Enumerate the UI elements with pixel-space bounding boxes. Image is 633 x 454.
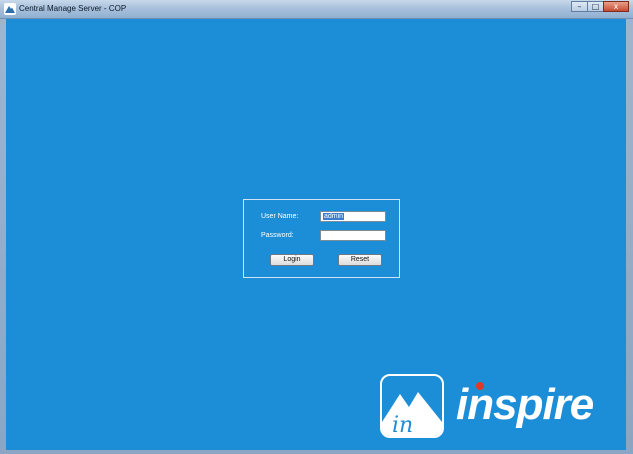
- inspire-logo: in inspire: [380, 370, 626, 443]
- reset-button[interactable]: Reset: [338, 254, 382, 266]
- username-field[interactable]: admin: [320, 211, 386, 222]
- username-label: User Name:: [261, 213, 299, 220]
- badge-text: in: [392, 413, 413, 436]
- username-value: admin: [323, 213, 345, 220]
- close-button[interactable]: x: [603, 1, 629, 12]
- window-title: Central Manage Server - COP: [19, 4, 127, 13]
- password-label: Password:: [261, 232, 294, 239]
- password-field[interactable]: [320, 230, 386, 241]
- login-button[interactable]: Login: [270, 254, 314, 266]
- logo-dot-icon: [476, 382, 484, 390]
- title-bar[interactable]: Central Manage Server - COP – □ x: [0, 0, 633, 19]
- app-window: Central Manage Server - COP – □ x User N…: [0, 0, 633, 454]
- login-panel: User Name: admin Password: Login Reset: [243, 199, 400, 278]
- inspire-badge-icon: in: [380, 374, 444, 438]
- minimize-button[interactable]: –: [571, 1, 587, 12]
- main-content: User Name: admin Password: Login Reset i…: [6, 19, 626, 450]
- window-bottom-border: [0, 450, 633, 454]
- window-controls: – □ x: [571, 1, 629, 13]
- app-icon: [4, 3, 16, 15]
- maximize-button[interactable]: □: [587, 1, 603, 12]
